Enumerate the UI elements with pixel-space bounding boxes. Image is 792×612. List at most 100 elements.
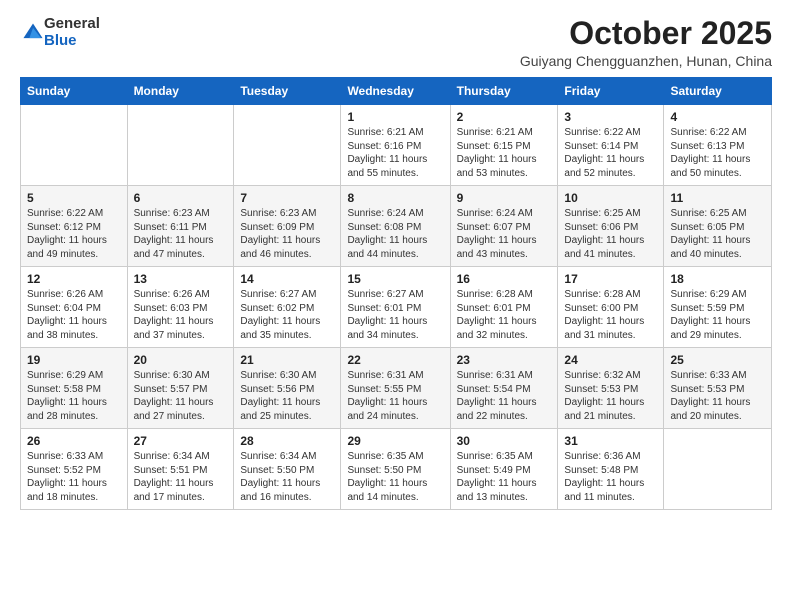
day-info: Sunrise: 6:28 AMSunset: 6:01 PMDaylight:…: [457, 288, 552, 342]
calendar-cell: 20Sunrise: 6:30 AMSunset: 5:57 PMDayligh…: [127, 348, 234, 429]
calendar-cell: 14 Sunrise: 6:27 AMSunset: 6:02 PMDayligh…: [234, 267, 341, 348]
day-info: Sunrise: 6:23 AMSunset: 6:09 PMDaylight:…: [240, 207, 334, 261]
day-info: Sunrise: 6:33 AMSunset: 5:52 PMDaylight:…: [27, 450, 121, 504]
day-number: 1: [347, 110, 443, 124]
calendar-week-row: 1 Sunrise: 6:21 AMSunset: 6:16 PMDaylight…: [21, 105, 772, 186]
location-title: Guiyang Chengguanzhen, Hunan, China: [520, 53, 772, 69]
calendar-cell: 3Sunrise: 6:22 AMSunset: 6:14 PMDaylight…: [558, 105, 664, 186]
day-number: 7: [240, 191, 334, 205]
day-info: Sunrise: 6:31 AMSunset: 5:54 PMDaylight:…: [457, 369, 552, 423]
calendar-cell: 27Sunrise: 6:34 AMSunset: 5:51 PMDayligh…: [127, 429, 234, 510]
day-number: 2: [457, 110, 552, 124]
day-info: Sunrise: 6:25 AMSunset: 6:06 PMDaylight:…: [564, 207, 657, 261]
calendar-cell: 6 Sunrise: 6:23 AMSunset: 6:11 PMDaylight…: [127, 186, 234, 267]
day-number: 28: [240, 434, 334, 448]
day-header-wednesday: Wednesday: [341, 78, 450, 105]
day-info: Sunrise: 6:28 AMSunset: 6:00 PMDaylight:…: [564, 288, 657, 342]
calendar-cell: [234, 105, 341, 186]
day-info: Sunrise: 6:24 AMSunset: 6:08 PMDaylight:…: [347, 207, 443, 261]
day-info: Sunrise: 6:27 AMSunset: 6:02 PMDaylight:…: [240, 288, 334, 342]
calendar-cell: 18 Sunrise: 6:29 AMSunset: 5:59 PMDayligh…: [664, 267, 772, 348]
day-number: 9: [457, 191, 552, 205]
day-info: Sunrise: 6:23 AMSunset: 6:11 PMDaylight:…: [134, 207, 228, 261]
day-number: 6: [134, 191, 228, 205]
calendar-cell: 17 Sunrise: 6:28 AMSunset: 6:00 PMDayligh…: [558, 267, 664, 348]
day-number: 11: [670, 191, 765, 205]
day-info: Sunrise: 6:32 AMSunset: 5:53 PMDaylight:…: [564, 369, 657, 423]
calendar-cell: 19Sunrise: 6:29 AMSunset: 5:58 PMDayligh…: [21, 348, 128, 429]
day-number: 4: [670, 110, 765, 124]
day-number: 8: [347, 191, 443, 205]
logo: General Blue: [20, 16, 100, 49]
calendar-cell: 30Sunrise: 6:35 AMSunset: 5:49 PMDayligh…: [450, 429, 558, 510]
day-info: Sunrise: 6:22 AMSunset: 6:13 PMDaylight:…: [670, 126, 765, 180]
calendar-cell: 10 Sunrise: 6:25 AMSunset: 6:06 PMDayligh…: [558, 186, 664, 267]
calendar-cell: 2 Sunrise: 6:21 AMSunset: 6:15 PMDaylight…: [450, 105, 558, 186]
calendar-cell: 24 Sunrise: 6:32 AMSunset: 5:53 PMDayligh…: [558, 348, 664, 429]
calendar-cell: 29Sunrise: 6:35 AMSunset: 5:50 PMDayligh…: [341, 429, 450, 510]
calendar-week-row: 19Sunrise: 6:29 AMSunset: 5:58 PMDayligh…: [21, 348, 772, 429]
header: General Blue October 2025 Guiyang Chengg…: [20, 16, 772, 69]
day-number: 10: [564, 191, 657, 205]
calendar-cell: 11 Sunrise: 6:25 AMSunset: 6:05 PMDayligh…: [664, 186, 772, 267]
day-number: 23: [457, 353, 552, 367]
day-info: Sunrise: 6:30 AMSunset: 5:57 PMDaylight:…: [134, 369, 228, 423]
logo-text-blue: Blue: [44, 33, 100, 50]
day-header-sunday: Sunday: [21, 78, 128, 105]
day-number: 3: [564, 110, 657, 124]
calendar-cell: 4 Sunrise: 6:22 AMSunset: 6:13 PMDaylight…: [664, 105, 772, 186]
logo-icon: [22, 22, 44, 44]
day-number: 18: [670, 272, 765, 286]
calendar-cell: 21 Sunrise: 6:30 AMSunset: 5:56 PMDayligh…: [234, 348, 341, 429]
calendar-cell: 15Sunrise: 6:27 AMSunset: 6:01 PMDayligh…: [341, 267, 450, 348]
calendar-week-row: 26Sunrise: 6:33 AMSunset: 5:52 PMDayligh…: [21, 429, 772, 510]
calendar-cell: 12 Sunrise: 6:26 AMSunset: 6:04 PMDayligh…: [21, 267, 128, 348]
calendar-cell: 28 Sunrise: 6:34 AMSunset: 5:50 PMDayligh…: [234, 429, 341, 510]
day-number: 21: [240, 353, 334, 367]
day-info: Sunrise: 6:26 AMSunset: 6:04 PMDaylight:…: [27, 288, 121, 342]
calendar-cell: 16 Sunrise: 6:28 AMSunset: 6:01 PMDayligh…: [450, 267, 558, 348]
day-info: Sunrise: 6:27 AMSunset: 6:01 PMDaylight:…: [347, 288, 443, 342]
day-info: Sunrise: 6:26 AMSunset: 6:03 PMDaylight:…: [134, 288, 228, 342]
day-info: Sunrise: 6:22 AMSunset: 6:12 PMDaylight:…: [27, 207, 121, 261]
calendar-cell: 22 Sunrise: 6:31 AMSunset: 5:55 PMDayligh…: [341, 348, 450, 429]
day-info: Sunrise: 6:21 AMSunset: 6:15 PMDaylight:…: [457, 126, 552, 180]
calendar-cell: 1 Sunrise: 6:21 AMSunset: 6:16 PMDaylight…: [341, 105, 450, 186]
day-number: 27: [134, 434, 228, 448]
day-info: Sunrise: 6:24 AMSunset: 6:07 PMDaylight:…: [457, 207, 552, 261]
calendar-cell: [127, 105, 234, 186]
calendar-cell: [21, 105, 128, 186]
calendar-cell: 5 Sunrise: 6:22 AMSunset: 6:12 PMDaylight…: [21, 186, 128, 267]
month-title: October 2025: [520, 16, 772, 51]
calendar-cell: 7 Sunrise: 6:23 AMSunset: 6:09 PMDaylight…: [234, 186, 341, 267]
calendar-cell: 8 Sunrise: 6:24 AMSunset: 6:08 PMDaylight…: [341, 186, 450, 267]
calendar-header-row: SundayMondayTuesdayWednesdayThursdayFrid…: [21, 78, 772, 105]
day-info: Sunrise: 6:25 AMSunset: 6:05 PMDaylight:…: [670, 207, 765, 261]
calendar-cell: 31Sunrise: 6:36 AMSunset: 5:48 PMDayligh…: [558, 429, 664, 510]
day-number: 24: [564, 353, 657, 367]
day-info: Sunrise: 6:34 AMSunset: 5:50 PMDaylight:…: [240, 450, 334, 504]
day-header-tuesday: Tuesday: [234, 78, 341, 105]
day-info: Sunrise: 6:35 AMSunset: 5:49 PMDaylight:…: [457, 450, 552, 504]
day-number: 22: [347, 353, 443, 367]
day-info: Sunrise: 6:29 AMSunset: 5:58 PMDaylight:…: [27, 369, 121, 423]
day-info: Sunrise: 6:31 AMSunset: 5:55 PMDaylight:…: [347, 369, 443, 423]
day-number: 13: [134, 272, 228, 286]
day-info: Sunrise: 6:30 AMSunset: 5:56 PMDaylight:…: [240, 369, 334, 423]
calendar-cell: 26Sunrise: 6:33 AMSunset: 5:52 PMDayligh…: [21, 429, 128, 510]
day-number: 16: [457, 272, 552, 286]
day-number: 12: [27, 272, 121, 286]
day-number: 5: [27, 191, 121, 205]
day-number: 14: [240, 272, 334, 286]
day-header-saturday: Saturday: [664, 78, 772, 105]
day-number: 25: [670, 353, 765, 367]
day-info: Sunrise: 6:29 AMSunset: 5:59 PMDaylight:…: [670, 288, 765, 342]
day-number: 29: [347, 434, 443, 448]
calendar-table: SundayMondayTuesdayWednesdayThursdayFrid…: [20, 77, 772, 510]
day-header-thursday: Thursday: [450, 78, 558, 105]
day-info: Sunrise: 6:21 AMSunset: 6:16 PMDaylight:…: [347, 126, 443, 180]
calendar-cell: 9 Sunrise: 6:24 AMSunset: 6:07 PMDaylight…: [450, 186, 558, 267]
logo-text-general: General: [44, 16, 100, 33]
day-number: 17: [564, 272, 657, 286]
calendar-cell: 13 Sunrise: 6:26 AMSunset: 6:03 PMDayligh…: [127, 267, 234, 348]
